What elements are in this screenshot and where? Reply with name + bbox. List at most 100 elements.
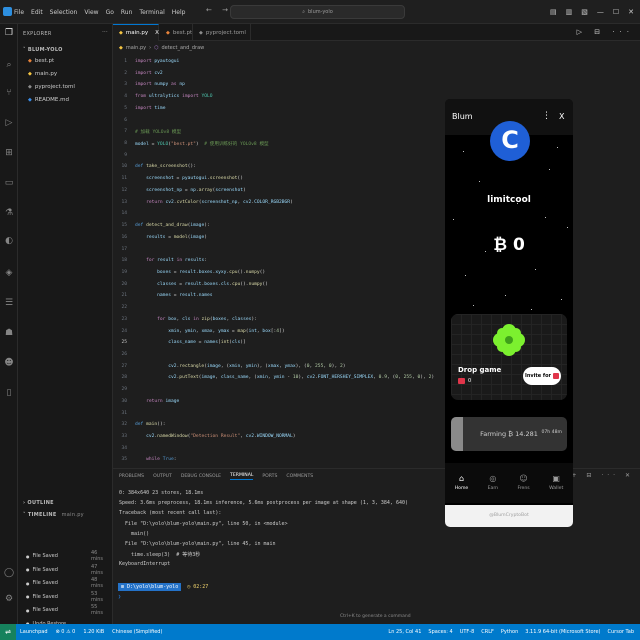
nav-frens[interactable]: ☺ Frens [517, 474, 529, 492]
python-icon[interactable]: ◈ [4, 268, 14, 278]
nav-earn[interactable]: ◎ Earn [488, 475, 498, 492]
python-file-icon: ◆ [119, 30, 123, 36]
breadcrumb-symbol[interactable]: detect_and_draw [161, 45, 204, 51]
search-icon[interactable]: ⌕ [4, 60, 14, 70]
code-line: # 加载 YOLOv8 模型 [135, 130, 182, 136]
source-control-icon[interactable]: ⑂ [4, 88, 14, 98]
status-item[interactable]: ⊗ 0 ⚠ 0 [56, 629, 76, 635]
project-folder[interactable]: ˅ BLUM-YOLO [23, 47, 63, 53]
file-item[interactable]: ◆ pyproject.toml [28, 84, 75, 90]
remote-icon[interactable]: ⇌ [0, 624, 16, 640]
status-item[interactable]: 1.20 KiB [83, 629, 104, 635]
status-item[interactable]: CRLF [481, 629, 494, 635]
file-item[interactable]: ◆ README.md [28, 97, 69, 103]
status-item[interactable]: Launchpad [20, 629, 48, 635]
run-debug-icon[interactable]: ▷ [4, 118, 14, 128]
outline-section[interactable]: › OUTLINE [23, 500, 54, 506]
copilot-icon[interactable]: ☻ [4, 358, 14, 368]
timeline-item[interactable]: ● File Saved 46 mins [26, 550, 103, 562]
star [453, 219, 454, 220]
window-controls: ▤ ▥ ▧ — ☐ ✕ [550, 0, 640, 24]
panel-tab-ports[interactable]: PORTS [262, 474, 277, 479]
sidebar-toggle-icon[interactable]: ▧ [581, 8, 588, 16]
panel-actions[interactable]: + ⊟ ··· ✕ [571, 472, 634, 479]
nav-arrows[interactable]: ← → [206, 6, 232, 14]
puzzle-icon[interactable]: ☗ [4, 328, 14, 338]
nav-home[interactable]: ⌂ Home [455, 475, 469, 492]
code-editor[interactable]: 1 import pyautogui 2 import cv2 3 import nump… [113, 55, 473, 467]
close-tab-icon[interactable]: X [155, 30, 159, 36]
status-item[interactable]: Python [501, 629, 518, 635]
menu-item-view[interactable]: View [84, 9, 98, 16]
menu-item-edit[interactable]: Edit [31, 9, 43, 16]
explorer-icon[interactable]: ❐ [4, 28, 14, 38]
maximize-icon[interactable]: ☐ [613, 8, 619, 16]
code-line: cv2.namedWindow("Detection Result", cv2.… [146, 434, 296, 440]
status-item[interactable]: UTF-8 [460, 629, 475, 635]
menu-item-file[interactable]: File [14, 9, 24, 16]
remote-explorer-icon[interactable]: ▭ [4, 178, 14, 188]
timeline-item[interactable]: ● File Saved 47 mins [26, 564, 103, 576]
tab-main-py[interactable]: ◆ main.py X [113, 24, 159, 41]
status-item[interactable]: Spaces: 4 [428, 629, 452, 635]
close-icon[interactable]: X [559, 112, 564, 121]
farming-button[interactable]: Farming ₿ 14.281 07h 48m [451, 417, 567, 451]
frens-icon: ☺ [519, 474, 528, 483]
dot-icon: ● [26, 607, 30, 613]
line-number: 6 [124, 117, 127, 123]
account-icon[interactable]: ◯ [4, 568, 14, 578]
extensions-icon[interactable]: ⊞ [4, 148, 14, 158]
editor-actions[interactable]: ▷ ⊟ ··· [577, 28, 634, 36]
terminal-line: main() [119, 530, 150, 537]
more-actions-icon[interactable]: ··· [102, 29, 108, 36]
panel-tab-output[interactable]: OUTPUT [153, 474, 172, 479]
explorer-sidebar: EXPLORER ··· ˅ BLUM-YOLO ◆ best.pt ◆ main.p… [18, 24, 113, 627]
project-name: BLUM-YOLO [27, 47, 63, 53]
nav-wallet[interactable]: ▣ Wallet [549, 475, 563, 492]
menu-dots-icon[interactable]: ⋮ [542, 111, 551, 121]
testing-icon[interactable]: ⚗ [4, 208, 14, 218]
star [567, 227, 568, 228]
panel-tab-problems[interactable]: PROBLEMS [119, 474, 144, 479]
docker-icon[interactable]: ◐ [4, 236, 14, 246]
menu-item-run[interactable]: Run [121, 9, 133, 16]
tab-best-pt[interactable]: ◆ best.pt [160, 24, 193, 41]
layout-icon[interactable]: ▤ [550, 8, 557, 16]
menu-item-help[interactable]: Help [172, 9, 186, 16]
line-number: 5 [124, 105, 127, 111]
command-center-search[interactable]: ⌕ blum-yolo [230, 5, 405, 19]
line-number: 22 [121, 305, 127, 311]
status-item[interactable]: Cursor Tab [608, 629, 635, 635]
menu-item-go[interactable]: Go [106, 9, 114, 16]
menu-item-selection[interactable]: Selection [50, 9, 78, 16]
status-item[interactable]: Ln 25, Col 41 [388, 629, 421, 635]
status-item[interactable]: Chinese (Simplified) [112, 629, 162, 635]
line-number: 29 [121, 387, 127, 393]
outline-label: OUTLINE [27, 500, 54, 506]
breadcrumb-file[interactable]: main.py [126, 45, 146, 51]
minimize-icon[interactable]: — [597, 8, 604, 16]
tab-pyproject-toml[interactable]: ◆ pyproject.toml [193, 24, 251, 41]
file-item[interactable]: ◆ main.py [28, 71, 57, 77]
close-window-icon[interactable]: ✕ [628, 8, 634, 16]
prompt-path-text: D:\yolo\blum-yolo [127, 584, 179, 590]
status-item[interactable]: 3.11.9 64-bit (Microsoft Store) [525, 629, 600, 635]
timeline-item[interactable]: ● File Saved 53 mins [26, 591, 103, 603]
panel-tab-comments[interactable]: COMMENTS [286, 474, 313, 479]
menu-item-terminal[interactable]: Terminal [139, 9, 164, 16]
panel-tab-terminal[interactable]: TERMINAL [230, 473, 254, 480]
drop-game-card[interactable]: Drop game 0 Invite for [451, 314, 567, 400]
dot-icon: ● [26, 594, 30, 599]
database-icon[interactable]: ☰ [4, 298, 14, 308]
timeline-label: File Saved [32, 566, 58, 573]
settings-gear-icon[interactable]: ⚙ [4, 594, 14, 604]
timeline-item[interactable]: ● File Saved 55 mins [26, 604, 103, 616]
notebook-icon[interactable]: ▯ [4, 388, 14, 398]
panel-toggle-icon[interactable]: ▥ [566, 8, 573, 16]
invite-button[interactable]: Invite for [523, 367, 561, 385]
line-number: 34 [121, 445, 127, 451]
file-item[interactable]: ◆ best.pt [28, 58, 54, 64]
timeline-item[interactable]: ● File Saved 48 mins [26, 577, 103, 589]
panel-tab-debug-console[interactable]: DEBUG CONSOLE [181, 474, 221, 479]
timeline-section[interactable]: ˅ TIMELINE main.py [23, 512, 84, 518]
